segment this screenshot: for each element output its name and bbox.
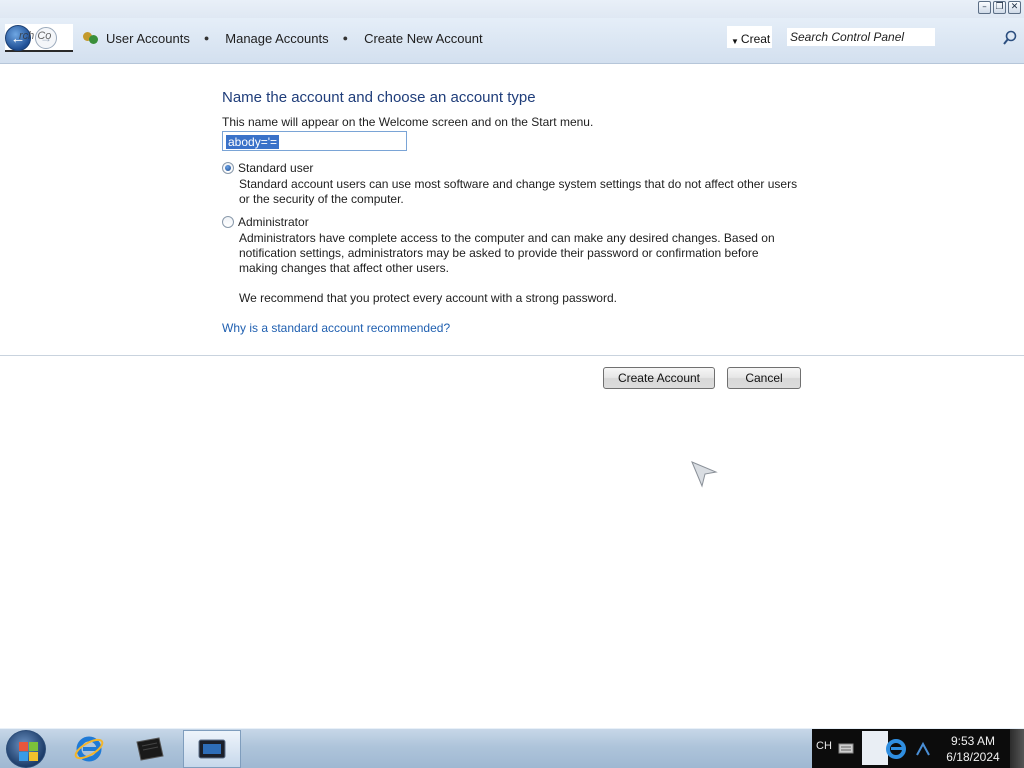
nav-arrows: ← → rch Co (5, 24, 73, 52)
media-app-icon (198, 739, 226, 759)
standard-user-option[interactable]: Standard user (222, 161, 313, 175)
administrator-label: Administrator (238, 215, 309, 229)
language-indicator[interactable]: CH (816, 740, 832, 752)
breadcrumb: User Accounts ● Manage Accounts ● Create… (82, 30, 483, 46)
administrator-description: Administrators have complete access to t… (239, 231, 775, 275)
standard-account-help-link[interactable]: Why is a standard account recommended? (222, 321, 450, 335)
minimize-button[interactable]: – (978, 1, 991, 14)
standard-user-description: Standard account users can use most soft… (239, 177, 798, 206)
start-button[interactable] (6, 730, 46, 768)
taskbar-terminal[interactable] (121, 730, 179, 768)
show-desktop-button[interactable] (1010, 729, 1024, 768)
create-account-button[interactable]: Create Account (603, 367, 715, 389)
mouse-cursor-icon (691, 461, 718, 488)
standard-user-label: Standard user (238, 161, 314, 175)
standard-user-radio[interactable] (222, 162, 234, 174)
tray-ie-icon[interactable] (884, 737, 908, 761)
taskbar-control-panel[interactable] (183, 730, 241, 768)
password-recommendation: We recommend that you protect every acco… (239, 291, 617, 305)
taskbar: CH 9:53 AM 6/18/2024 (0, 728, 1024, 768)
divider (0, 355, 1024, 356)
close-button[interactable]: ✕ (1008, 1, 1021, 14)
search-input[interactable]: Search Control Panel (787, 28, 935, 46)
page-title: Name the account and choose an account t… (222, 89, 536, 106)
breadcrumb-separator-icon[interactable]: ● (204, 33, 209, 43)
windows-logo-icon (19, 742, 28, 751)
navigation-bar: ← → rch Co User Accounts ● Manage Accoun… (0, 18, 1024, 64)
clock[interactable]: 9:53 AM 6/18/2024 (942, 733, 1004, 765)
administrator-option[interactable]: Administrator (222, 215, 309, 229)
taskbar-internet-explorer[interactable] (60, 730, 118, 768)
administrator-radio[interactable] (222, 216, 234, 228)
ghost-search-text: rch Co (19, 30, 52, 42)
breadcrumb-user-accounts[interactable]: User Accounts (104, 31, 190, 46)
clock-date: 6/18/2024 (946, 750, 1000, 764)
account-name-input[interactable]: abody='= (222, 131, 407, 151)
terminal-icon (136, 737, 164, 761)
maximize-button[interactable]: ❐ (993, 1, 1006, 14)
breadcrumb-separator-icon[interactable]: ● (343, 33, 348, 43)
cancel-button[interactable]: Cancel (727, 367, 801, 389)
address-dropdown-text: Creat (740, 32, 771, 46)
chevron-down-icon: ▼ (731, 37, 739, 46)
account-name-value: abody='= (226, 135, 280, 149)
keyboard-icon[interactable] (838, 740, 854, 756)
title-bar: – ❐ ✕ (0, 0, 1024, 18)
page-subtitle: This name will appear on the Welcome scr… (222, 115, 594, 129)
network-icon[interactable] (914, 741, 932, 759)
caption-buttons: – ❐ ✕ (978, 1, 1021, 14)
user-accounts-icon (82, 30, 100, 46)
internet-explorer-icon (74, 736, 104, 762)
address-dropdown[interactable]: ▼ Creat (727, 26, 772, 48)
clock-time: 9:53 AM (950, 734, 996, 748)
search-icon[interactable] (1002, 30, 1018, 46)
breadcrumb-manage-accounts[interactable]: Manage Accounts (223, 31, 328, 46)
breadcrumb-create-new-account[interactable]: Create New Account (362, 31, 483, 46)
